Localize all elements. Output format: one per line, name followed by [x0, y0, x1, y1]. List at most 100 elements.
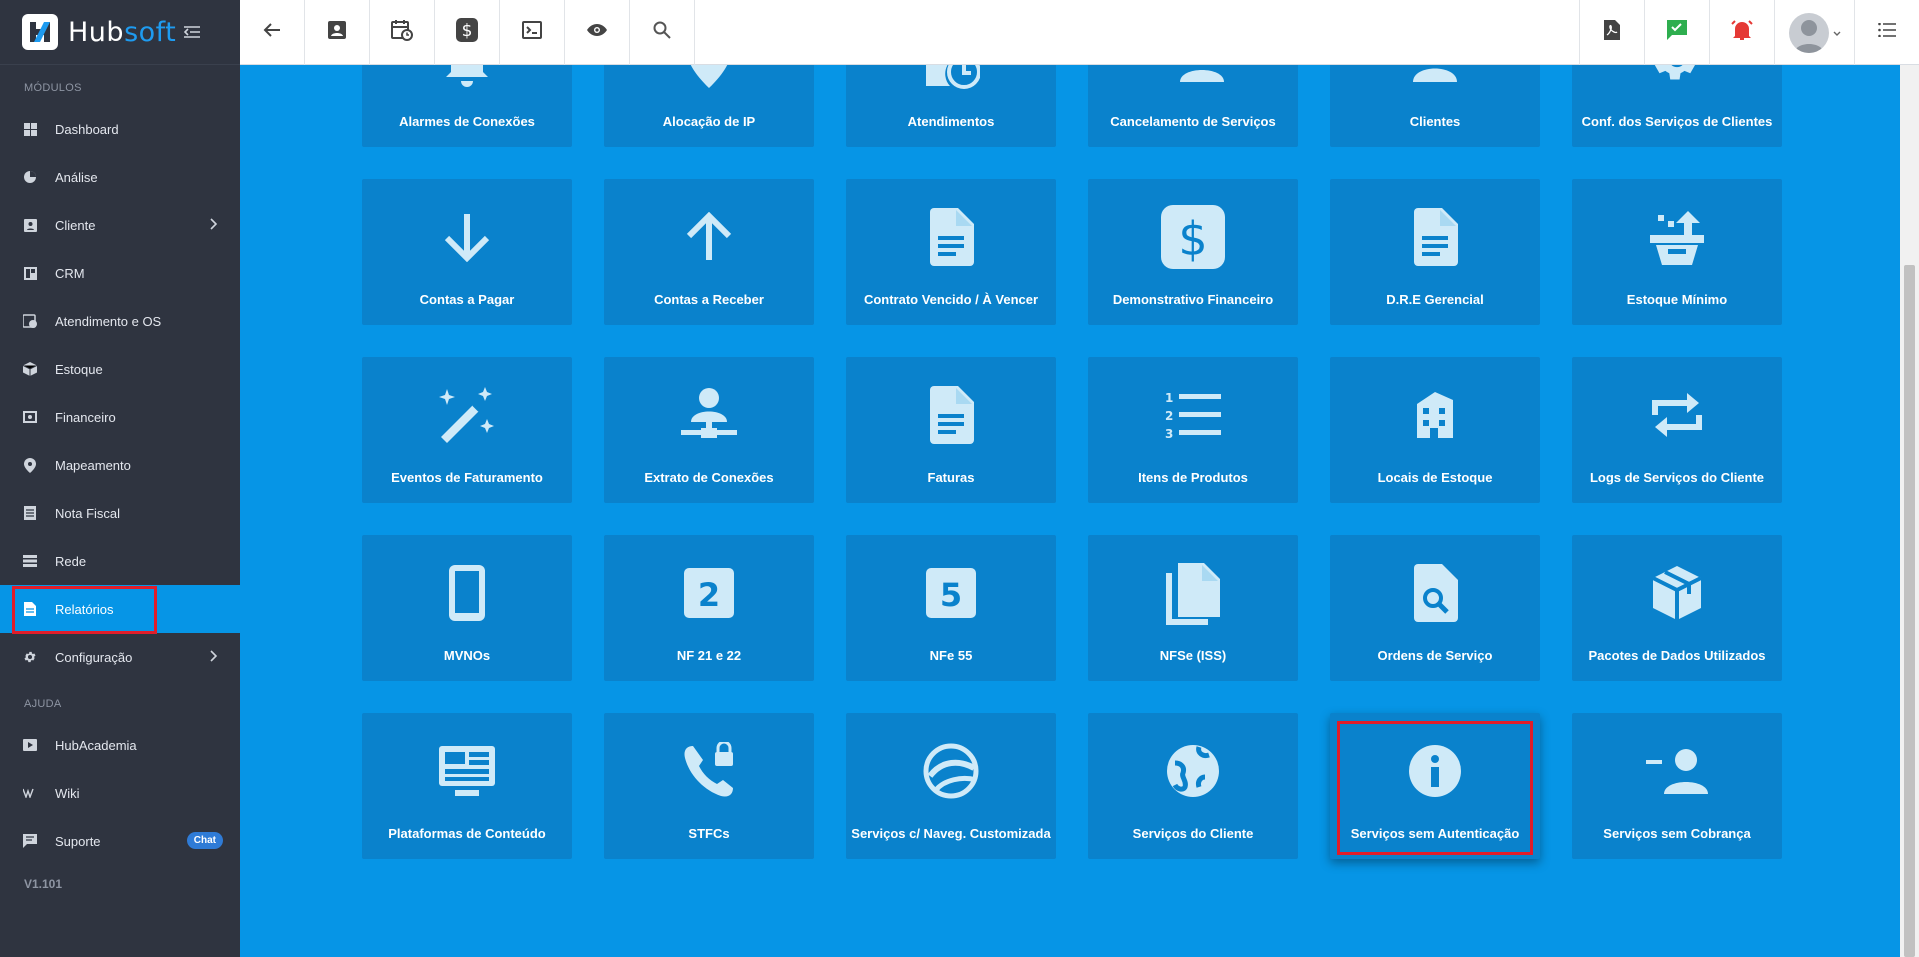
service-calendar-button[interactable]	[370, 0, 435, 65]
back-arrow-icon	[263, 22, 281, 43]
hubsoft-logo-icon[interactable]	[22, 14, 58, 50]
report-tile-conf-servicos-clientes[interactable]: Conf. dos Serviços de Clientes	[1572, 65, 1782, 147]
report-tile-label: D.R.E Gerencial	[1386, 292, 1484, 307]
search-button[interactable]	[630, 0, 695, 65]
sidebar-item-wiki[interactable]: Wiki	[0, 769, 240, 817]
topbar: $	[240, 0, 1919, 65]
calendar-clock-icon	[391, 19, 413, 46]
report-tile-label: NFe 55	[929, 648, 973, 663]
report-tile-mvnos[interactable]: MVNOs	[362, 535, 572, 681]
report-tile-estoque-minimo[interactable]: Estoque Mínimo	[1572, 179, 1782, 325]
avatar	[1788, 12, 1829, 53]
report-tile-dre-gerencial[interactable]: D.R.E Gerencial	[1330, 179, 1540, 325]
report-tile-logs-servicos[interactable]: Logs de Serviços do Cliente	[1572, 357, 1782, 503]
sidebar-item-nota-fiscal[interactable]: Nota Fiscal	[0, 489, 240, 537]
report-tile-servicos-cliente[interactable]: Serviços do Cliente	[1088, 713, 1298, 859]
file-search-icon	[1412, 561, 1458, 625]
sidebar-item-label: Financeiro	[55, 409, 116, 425]
sidebar-item-dashboard[interactable]: Dashboard	[0, 105, 240, 153]
sidebar-item-financeiro[interactable]: Financeiro	[0, 393, 240, 441]
crm-board-icon	[22, 265, 38, 281]
sidebar-item-analise[interactable]: Análise	[0, 153, 240, 201]
finance-shortcut-button[interactable]: $	[435, 0, 500, 65]
report-tile-faturas[interactable]: Faturas	[846, 357, 1056, 503]
report-tile-label: Itens de Produtos	[1138, 470, 1248, 485]
alarm-bell-icon	[435, 65, 499, 91]
logo-bar: Hubsoft	[0, 0, 240, 65]
box-two-icon: 2	[684, 561, 734, 625]
sidebar-item-label: Nota Fiscal	[55, 505, 121, 521]
sidebar-item-mapeamento[interactable]: Mapeamento	[0, 441, 240, 489]
report-tile-servicos-sem-cobranca[interactable]: Serviços sem Cobrança	[1572, 713, 1782, 859]
sidebar-item-relatorios[interactable]: Relatórios	[0, 585, 240, 633]
alarms-button[interactable]	[1709, 0, 1774, 65]
report-tile-servicos-naveg-customizada[interactable]: Serviços c/ Naveg. Customizada	[846, 713, 1056, 859]
sidebar-item-estoque[interactable]: Estoque	[0, 345, 240, 393]
collapse-menu-icon[interactable]	[184, 22, 201, 43]
main-scrollbar[interactable]	[1900, 65, 1919, 957]
clients-shortcut-button[interactable]	[305, 0, 370, 65]
report-tile-label: Logs de Serviços do Cliente	[1589, 470, 1765, 485]
messages-button[interactable]	[1644, 0, 1709, 65]
svg-text:$: $	[462, 21, 473, 41]
report-tile-stfcs[interactable]: STFCs	[604, 713, 814, 859]
report-tile-ordens-servico[interactable]: Ordens de Serviço	[1330, 535, 1540, 681]
sidebar-item-label: Estoque	[55, 361, 103, 377]
sidebar-item-suporte[interactable]: Suporte Chat	[0, 817, 240, 865]
basket-upload-icon	[1648, 205, 1706, 269]
report-tile-locais-estoque[interactable]: Locais de Estoque	[1330, 357, 1540, 503]
document-icon	[928, 383, 974, 447]
list-menu-button[interactable]	[1854, 0, 1919, 65]
report-tile-contas-receber[interactable]: Contas a Receber	[604, 179, 814, 325]
info-icon	[1407, 739, 1463, 803]
report-tile-clientes[interactable]: Clientes	[1330, 65, 1540, 147]
sidebar-item-label: Relatórios	[55, 601, 114, 617]
back-button[interactable]	[240, 0, 305, 65]
view-button[interactable]	[565, 0, 630, 65]
map-pin-icon	[685, 65, 733, 91]
report-tile-plataformas-conteudo[interactable]: Plataformas de Conteúdo	[362, 713, 572, 859]
report-tile-nfse-iss[interactable]: NFSe (ISS)	[1088, 535, 1298, 681]
report-tile-label: Serviços do Cliente	[1132, 826, 1254, 841]
scrollbar-thumb[interactable]	[1904, 265, 1915, 957]
user-menu[interactable]	[1774, 0, 1854, 65]
report-tile-nfe-55[interactable]: 5 NFe 55	[846, 535, 1056, 681]
sidebar-item-hubacademia[interactable]: HubAcademia	[0, 721, 240, 769]
building-icon	[1415, 383, 1455, 447]
sidebar-item-configuracao[interactable]: Configuração	[0, 633, 240, 681]
report-tile-alarmes-conexoes[interactable]: Alarmes de Conexões	[362, 65, 572, 147]
report-tile-contrato-vencido[interactable]: Contrato Vencido / À Vencer	[846, 179, 1056, 325]
report-tile-servicos-sem-autenticacao[interactable]: Serviços sem Autenticação	[1330, 713, 1540, 859]
sidebar-item-cliente[interactable]: Cliente	[0, 201, 240, 249]
report-tile-alocacao-ip[interactable]: Alocação de IP	[604, 65, 814, 147]
report-tile-atendimentos[interactable]: Atendimentos	[846, 65, 1056, 147]
dashboard-icon	[22, 121, 38, 137]
report-tile-extrato-conexoes[interactable]: Extrato de Conexões	[604, 357, 814, 503]
sidebar-item-rede[interactable]: Rede	[0, 537, 240, 585]
sidebar-item-label: Mapeamento	[55, 457, 131, 473]
repeat-icon	[1649, 383, 1705, 447]
sidebar-item-atendimento[interactable]: Atendimento e OS	[0, 297, 240, 345]
sidebar-item-crm[interactable]: CRM	[0, 249, 240, 297]
dollar-icon: $	[456, 18, 478, 47]
chat-badge[interactable]: Chat	[186, 832, 223, 849]
report-tile-cancelamento-servicos[interactable]: Cancelamento de Serviços	[1088, 65, 1298, 147]
terminal-button[interactable]	[500, 0, 565, 65]
report-tile-contas-pagar[interactable]: Contas a Pagar	[362, 179, 572, 325]
report-tile-label: Alocação de IP	[662, 114, 756, 129]
report-tile-itens-produtos[interactable]: 1 2 3 Itens de Produtos	[1088, 357, 1298, 503]
person-minus-icon	[1646, 739, 1708, 803]
document-icon	[1412, 205, 1458, 269]
gear-icon	[22, 649, 38, 665]
section-title-modules: MÓDULOS	[24, 82, 82, 94]
brand-name[interactable]: Hubsoft	[68, 17, 176, 48]
pdf-button[interactable]	[1579, 0, 1644, 65]
contact-card-icon	[22, 217, 38, 233]
report-tile-pacotes-dados[interactable]: Pacotes de Dados Utilizados	[1572, 535, 1782, 681]
chat-check-icon	[1667, 20, 1687, 45]
report-tile-label: Contrato Vencido / À Vencer	[863, 292, 1039, 307]
report-tile-nf-21-22[interactable]: 2 NF 21 e 22	[604, 535, 814, 681]
report-tile-eventos-faturamento[interactable]: Eventos de Faturamento	[362, 357, 572, 503]
report-tile-label: Pacotes de Dados Utilizados	[1588, 648, 1766, 663]
report-tile-demonstrativo-financeiro[interactable]: $ Demonstrativo Financeiro	[1088, 179, 1298, 325]
